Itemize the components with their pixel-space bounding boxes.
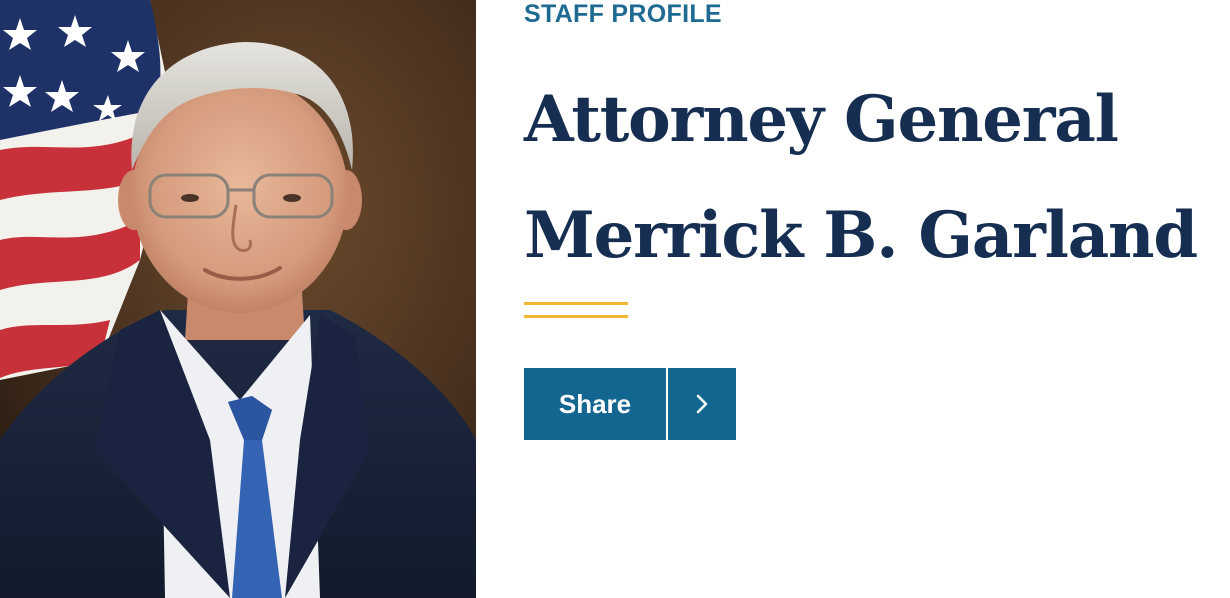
accent-line-top xyxy=(524,302,628,305)
staff-profile-hero: STAFF PROFILE Attorney General Merrick B… xyxy=(0,0,1230,598)
share-button-label: Share xyxy=(558,388,632,419)
title-line-1: Attorney General xyxy=(524,82,1119,157)
chevron-right-icon xyxy=(668,368,736,440)
accent-line-bottom xyxy=(524,315,628,318)
staff-profile-label: STAFF PROFILE xyxy=(524,0,722,28)
profile-content: STAFF PROFILE Attorney General Merrick B… xyxy=(524,0,1224,598)
portrait-photo xyxy=(0,0,476,598)
page-title: Attorney General Merrick B. Garland xyxy=(524,62,1198,294)
share-button[interactable]: Share xyxy=(524,368,736,440)
accent-divider xyxy=(524,302,628,320)
title-line-2: Merrick B. Garland xyxy=(524,198,1198,273)
